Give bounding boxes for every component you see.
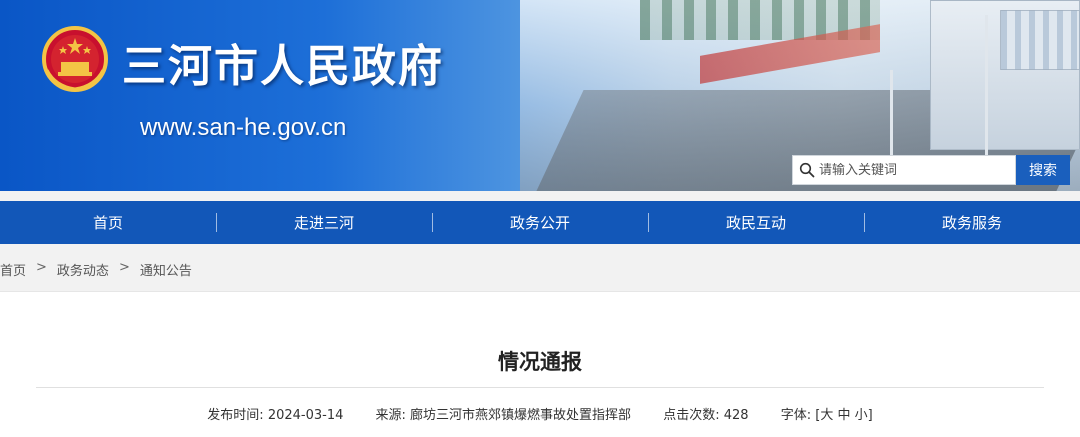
search-box[interactable] [792,155,1016,185]
search-input[interactable] [819,162,1009,178]
search-button[interactable]: 搜索 [1016,155,1070,185]
source-label: 来源: [375,408,406,423]
search-icon [799,162,815,178]
site-url: www.san-he.gov.cn [140,114,347,141]
breadcrumb-separator: > [118,260,130,275]
font-medium-button[interactable]: 中 [837,408,850,423]
nav-item-government-services[interactable]: 政务服务 [864,201,1080,244]
banner-building-windows [1000,10,1080,70]
divider [36,387,1044,388]
main-nav: 首页 走进三河 政务公开 政民互动 政务服务 [0,201,1080,244]
publish-info: 发布时间: 2024-03-14 [207,408,343,423]
banner-light-pole [985,15,988,155]
source-value: 廊坊三河市燕郊镇爆燃事故处置指挥部 [410,408,632,423]
source-info: 来源: 廊坊三河市燕郊镇爆燃事故处置指挥部 [376,408,632,423]
font-large-button[interactable]: 大 [820,408,833,423]
nav-item-government-affairs[interactable]: 政务公开 [432,201,648,244]
site-title: 三河市人民政府 [122,41,444,92]
article-meta: 发布时间: 2024-03-14 来源: 廊坊三河市燕郊镇爆燃事故处置指挥部 点… [0,404,1080,423]
font-small-button[interactable]: 小 [855,408,868,423]
font-bracket-close: ] [867,408,873,423]
breadcrumb: 首页 > 政务动态 > 通知公告 [0,260,192,279]
publish-label: 发布时间: [207,408,264,423]
nav-item-public-interaction[interactable]: 政民互动 [648,201,864,244]
publish-date: 2024-03-14 [267,408,344,423]
breadcrumb-news[interactable]: 政务动态 [57,260,109,279]
font-label: 字体: [780,408,812,423]
breadcrumb-notices[interactable]: 通知公告 [140,260,192,279]
breadcrumb-home[interactable]: 首页 [0,260,26,279]
nav-item-home[interactable]: 首页 [0,201,216,244]
clicks-label: 点击次数: [663,408,720,423]
breadcrumb-separator: > [36,260,47,275]
article-panel: 情况通报 发布时间: 2024-03-14 来源: 廊坊三河市燕郊镇爆燃事故处置… [0,291,1080,437]
national-emblem-icon [42,26,108,92]
clicks-value: 428 [723,408,749,423]
nav-item-about-sanhe[interactable]: 走进三河 [216,201,432,244]
font-size-control: 字体: [大 中 小] [781,408,873,423]
click-count-info: 点击次数: 428 [663,408,748,423]
header-banner: 三河市人民政府 www.san-he.gov.cn 搜索 [0,0,1080,191]
article-title: 情况通报 [498,350,582,374]
